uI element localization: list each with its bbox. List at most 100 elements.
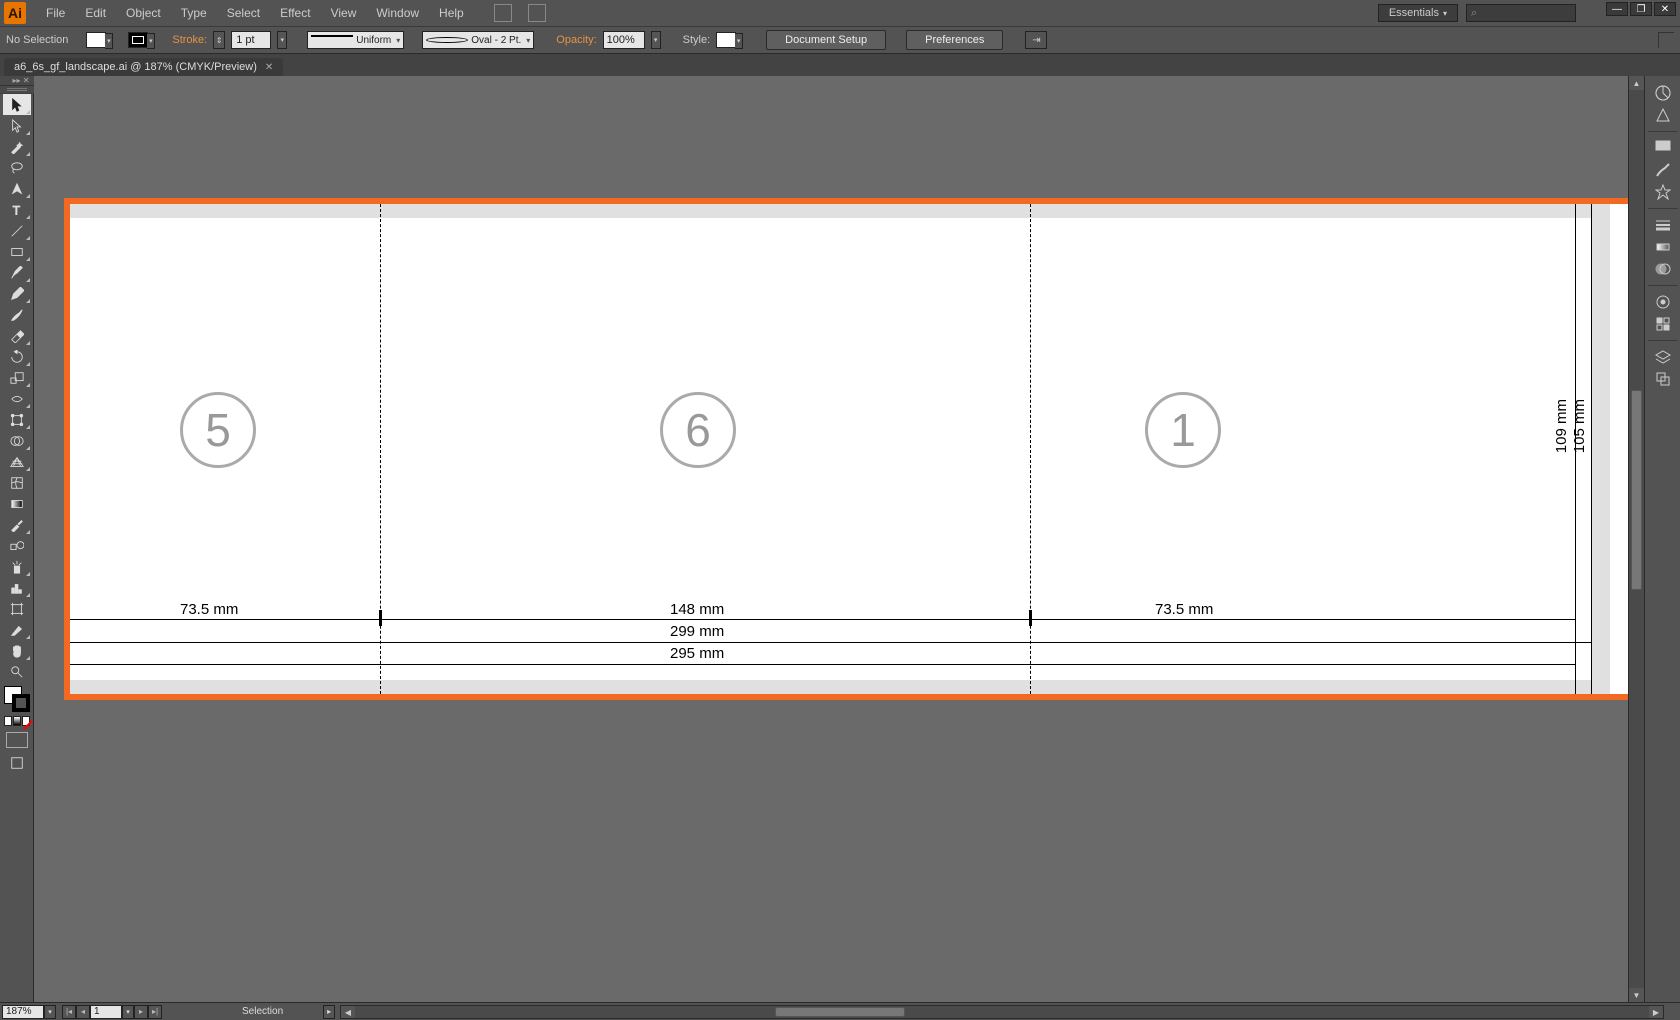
symbols-panel-icon[interactable]	[1652, 181, 1674, 203]
vscroll-track[interactable]	[1629, 90, 1644, 988]
rectangle-tool[interactable]	[3, 241, 31, 262]
vertical-scrollbar[interactable]: ▲ ▼	[1628, 76, 1644, 1002]
magic-wand-tool[interactable]	[3, 136, 31, 157]
transparency-panel-icon[interactable]	[1652, 258, 1674, 280]
eraser-tool[interactable]	[3, 325, 31, 346]
gradient-panel-icon[interactable]	[1652, 236, 1674, 258]
canvas[interactable]: 5 6 1 73.5 mm 148 mm 73.5 mm 299 mm 295 …	[34, 76, 1644, 1002]
color-mode-none[interactable]	[22, 716, 30, 726]
scroll-right-icon[interactable]: ▶	[1649, 1006, 1663, 1018]
menu-type[interactable]: Type	[171, 6, 217, 20]
prev-artboard-button[interactable]: ◂	[76, 1005, 90, 1019]
document-tab[interactable]: a6_6s_gf_landscape.ai @ 187% (CMYK/Previ…	[4, 58, 283, 76]
perspective-grid-tool[interactable]	[3, 451, 31, 472]
stroke-weight-dropdown[interactable]: ▾	[277, 31, 287, 49]
paintbrush-tool[interactable]	[3, 262, 31, 283]
opacity-dropdown[interactable]: ▾	[651, 31, 661, 49]
fill-swatch[interactable]: ▾	[86, 32, 106, 48]
hand-tool[interactable]	[3, 640, 31, 661]
blob-brush-tool[interactable]	[3, 304, 31, 325]
brushes-panel-icon[interactable]	[1652, 159, 1674, 181]
align-to-icon[interactable]: ⇥	[1025, 31, 1047, 49]
gradient-tool[interactable]	[3, 493, 31, 514]
last-artboard-button[interactable]: ▸|	[148, 1005, 162, 1019]
next-artboard-button[interactable]: ▸	[134, 1005, 148, 1019]
stroke-swatch[interactable]: ▾	[128, 32, 148, 48]
scroll-left-icon[interactable]: ◀	[341, 1006, 355, 1018]
menu-window[interactable]: Window	[366, 6, 429, 20]
menu-edit[interactable]: Edit	[75, 6, 116, 20]
window-minimize-button[interactable]: —	[1606, 2, 1628, 16]
workspace-switcher[interactable]: Essentials▾	[1378, 4, 1458, 22]
stroke-weight-link-icon[interactable]: ⇕	[213, 31, 225, 49]
pencil-tool[interactable]	[3, 283, 31, 304]
mesh-tool[interactable]	[3, 472, 31, 493]
hscroll-track[interactable]	[355, 1006, 1649, 1018]
horizontal-scrollbar[interactable]: ◀ ▶	[340, 1005, 1664, 1019]
vscroll-thumb[interactable]	[1631, 390, 1642, 590]
zoom-field[interactable]: 187%	[2, 1005, 44, 1019]
type-tool[interactable]: T	[3, 199, 31, 220]
appearance-panel-icon[interactable]	[1652, 291, 1674, 313]
tools-collapse-icon[interactable]: ▸▸ ✕	[0, 76, 34, 86]
document-setup-button[interactable]: Document Setup	[766, 30, 886, 50]
column-graph-tool[interactable]	[3, 577, 31, 598]
hscroll-thumb[interactable]	[775, 1007, 905, 1017]
swatches-panel-icon[interactable]	[1652, 137, 1674, 159]
menu-object[interactable]: Object	[116, 6, 171, 20]
selection-tool[interactable]	[3, 94, 31, 115]
brush-definition[interactable]: Oval - 2 Pt.▾	[422, 31, 534, 49]
edit-toggle-button[interactable]	[3, 752, 31, 773]
stroke-color-icon[interactable]	[12, 694, 30, 712]
color-mode-gradient[interactable]	[13, 716, 21, 726]
status-menu-button[interactable]: ▸	[323, 1005, 335, 1019]
search-input[interactable]: ⌕	[1466, 4, 1576, 22]
free-transform-tool[interactable]	[3, 409, 31, 430]
slice-tool[interactable]	[3, 619, 31, 640]
eyedropper-tool[interactable]	[3, 514, 31, 535]
rotate-tool[interactable]	[3, 346, 31, 367]
control-bar-menu-icon[interactable]	[1658, 32, 1674, 48]
opacity-field[interactable]: 100%	[603, 31, 645, 49]
menu-file[interactable]: File	[36, 6, 75, 20]
stroke-weight-field[interactable]: 1 pt	[231, 31, 271, 49]
window-maximize-button[interactable]: ❐	[1630, 2, 1652, 16]
fill-stroke-swatches[interactable]	[4, 686, 30, 712]
symbol-sprayer-tool[interactable]	[3, 556, 31, 577]
first-artboard-button[interactable]: |◂	[62, 1005, 76, 1019]
screen-mode-button[interactable]	[6, 732, 28, 748]
stroke-panel-icon[interactable]	[1652, 214, 1674, 236]
lasso-tool[interactable]	[3, 157, 31, 178]
artboard-dropdown[interactable]: ▾	[122, 1005, 134, 1019]
artboards-panel-icon[interactable]	[1652, 368, 1674, 390]
bridge-icon[interactable]	[494, 4, 512, 22]
scale-tool[interactable]	[3, 367, 31, 388]
color-mode-solid[interactable]	[4, 716, 12, 726]
zoom-tool[interactable]	[3, 661, 31, 682]
shape-builder-tool[interactable]	[3, 430, 31, 451]
color-panel-icon[interactable]	[1652, 82, 1674, 104]
arrange-docs-icon[interactable]	[528, 4, 546, 22]
layers-panel-icon[interactable]	[1652, 346, 1674, 368]
menu-effect[interactable]: Effect	[270, 6, 320, 20]
width-tool[interactable]	[3, 388, 31, 409]
artboard-tool[interactable]	[3, 598, 31, 619]
scroll-down-icon[interactable]: ▼	[1629, 988, 1644, 1002]
menu-help[interactable]: Help	[429, 6, 474, 20]
close-tab-icon[interactable]: ✕	[265, 62, 273, 73]
scroll-up-icon[interactable]: ▲	[1629, 76, 1644, 90]
graphic-styles-panel-icon[interactable]	[1652, 313, 1674, 335]
zoom-dropdown[interactable]: ▾	[44, 1005, 56, 1019]
pen-tool[interactable]	[3, 178, 31, 199]
preferences-button[interactable]: Preferences	[906, 30, 1003, 50]
direct-selection-tool[interactable]	[3, 115, 31, 136]
color-guide-panel-icon[interactable]	[1652, 104, 1674, 126]
menu-select[interactable]: Select	[217, 6, 270, 20]
blend-tool[interactable]	[3, 535, 31, 556]
line-tool[interactable]	[3, 220, 31, 241]
menu-view[interactable]: View	[321, 6, 367, 20]
artboard-number-field[interactable]: 1	[90, 1005, 122, 1019]
graphic-style-swatch[interactable]: ▾	[716, 32, 736, 48]
window-close-button[interactable]: ✕	[1654, 2, 1676, 16]
variable-width-profile[interactable]: Uniform▾	[307, 31, 404, 49]
